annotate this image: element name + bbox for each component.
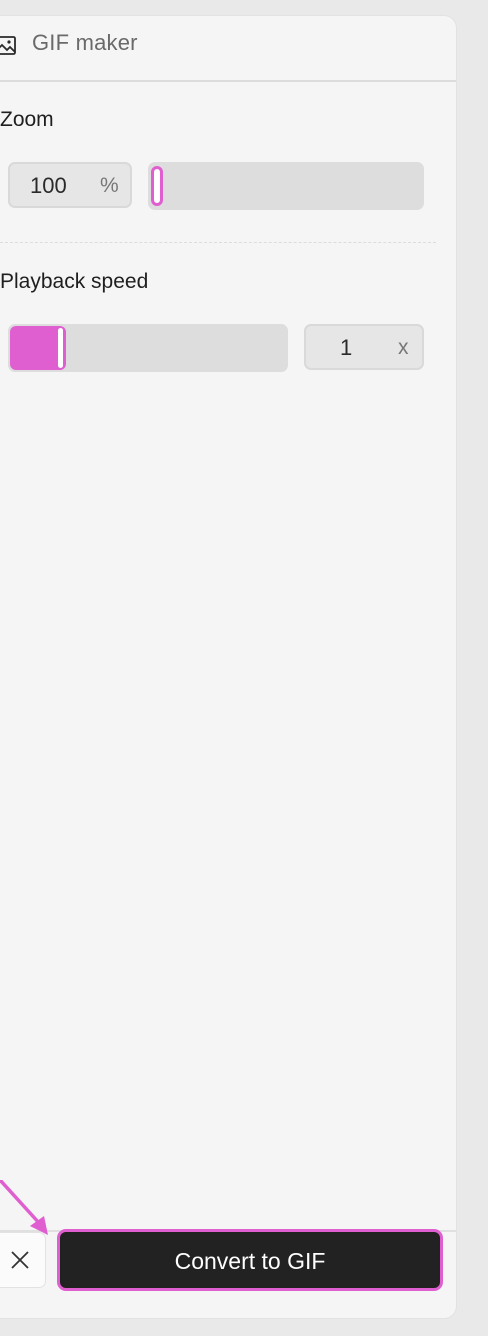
panel-header: GIF maker [0, 16, 456, 82]
playback-speed-label: Playback speed [0, 270, 149, 293]
panel-title: GIF maker [32, 30, 138, 55]
zoom-slider[interactable] [148, 162, 424, 210]
close-button[interactable] [0, 1232, 46, 1288]
playback-speed-slider-thumb[interactable] [58, 328, 63, 368]
section-divider [0, 242, 436, 243]
playback-speed-unit: x [398, 336, 409, 359]
zoom-slider-thumb[interactable] [151, 166, 163, 206]
pointer-arrow-icon [0, 1180, 48, 1235]
zoom-input[interactable]: 100 % [8, 162, 132, 208]
convert-to-gif-button[interactable]: Convert to GIF [57, 1229, 443, 1291]
zoom-label: Zoom [0, 108, 54, 131]
gif-maker-panel: GIF maker Zoom 100 % Playback speed 1 x [0, 16, 456, 1318]
close-icon [11, 1251, 29, 1269]
playback-speed-input[interactable]: 1 x [304, 324, 424, 370]
playback-speed-slider[interactable] [8, 324, 288, 372]
image-icon [0, 34, 18, 58]
playback-speed-value: 1 [340, 335, 353, 360]
convert-button-label: Convert to GIF [174, 1248, 326, 1274]
zoom-unit: % [100, 174, 119, 197]
zoom-value: 100 [30, 173, 67, 198]
